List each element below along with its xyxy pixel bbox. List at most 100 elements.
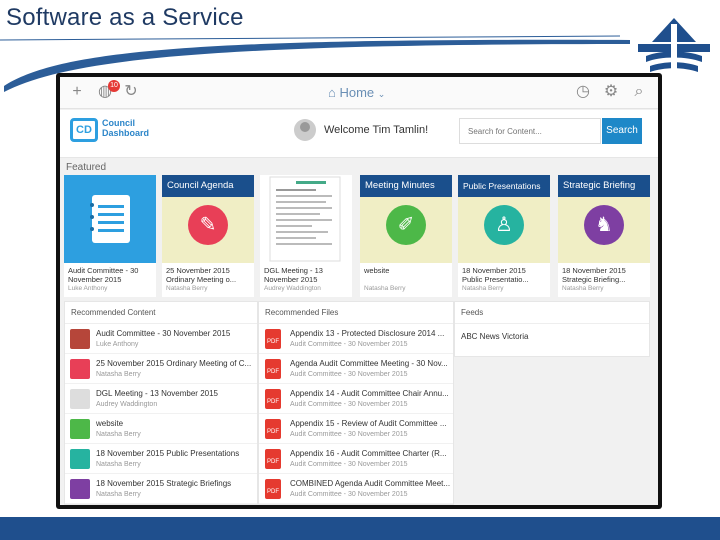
file-location: Audit Committee - 30 November 2015 [290,401,408,408]
home-dropdown[interactable]: ⌂ Home ⌄ [328,85,385,100]
recommended-content-panel: Recommended Content Audit Committee - 30… [64,301,258,505]
featured-tile-council-agenda[interactable]: Council Agenda ✎ 25 November 2015 Ordina… [162,175,254,297]
feed-item[interactable]: ABC News Victoria [455,324,649,350]
tile-author: Natasha Berry [166,285,208,292]
refresh-icon[interactable]: ↻ [122,83,140,101]
document-pen-icon: ✎ [188,205,228,245]
clock-icon[interactable]: ◷ [574,83,592,101]
list-item[interactable]: 18 November 2015 Public Presentations Na… [65,444,257,474]
panel-heading: Feeds [455,302,649,324]
featured-tile-public-presentations[interactable]: Public Presentations ♙ 18 November 2015 … [458,175,550,297]
tile-heading: Strategic Briefing [558,175,650,197]
presenter-icon [70,449,90,469]
item-title: DGL Meeting - 13 November 2015 [96,389,218,398]
file-item[interactable]: PDF Appendix 16 - Audit Committee Charte… [259,444,453,474]
item-title: website [96,419,124,428]
logo-line-2: Dashboard [102,128,150,138]
pdf-icon: PDF [265,479,281,499]
file-title: COMBINED Agenda Audit Committee Meet... [290,479,450,488]
tile-caption: 18 November 2015 Public Presentatio... [462,266,529,284]
footer-bar [0,517,720,540]
pencil-icon [70,419,90,439]
tile-heading: Council Agenda [162,175,254,197]
featured-tile[interactable]: Audit Committee - 30 November 2015 Luke … [64,175,156,297]
tile-caption: DGL Meeting - 13 November 2015 [264,266,323,284]
file-location: Audit Committee - 30 November 2015 [290,491,408,498]
item-author: Natasha Berry [96,371,141,378]
list-item[interactable]: DGL Meeting - 13 November 2015 Audrey Wa… [65,384,257,414]
panel-heading: Recommended Files [259,302,453,324]
pdf-icon: PDF [265,329,281,349]
tile-author: Audrey Waddington [264,285,321,292]
file-title: Appendix 15 - Review of Audit Committee … [290,419,447,428]
file-location: Audit Committee - 30 November 2015 [290,341,408,348]
tile-caption: Audit Committee - 30 November 2015 [68,266,139,284]
home-icon: ⌂ [328,85,336,100]
avatar[interactable] [294,119,316,141]
file-title: Appendix 16 - Audit Committee Charter (R… [290,449,447,458]
search-input[interactable] [459,118,601,144]
top-toolbar: + ◍ 10 ↻ ⌂ Home ⌄ ◷ ⚙ ⌕ [60,77,658,109]
tile-author: Luke Anthony [68,285,108,292]
tile-author: Natasha Berry [462,285,504,292]
file-item[interactable]: PDF Appendix 13 - Protected Disclosure 2… [259,324,453,354]
app-screen: + ◍ 10 ↻ ⌂ Home ⌄ ◷ ⚙ ⌕ CD Council Dashb… [60,77,658,505]
file-item[interactable]: PDF Agenda Audit Committee Meeting - 30 … [259,354,453,384]
file-item[interactable]: PDF COMBINED Agenda Audit Committee Meet… [259,474,453,504]
panel-heading: Recommended Content [65,302,257,324]
recommended-files-panel: Recommended Files PDF Appendix 13 - Prot… [258,301,454,505]
document-thumbnail [260,175,352,263]
featured-tile-strategic-briefing[interactable]: Strategic Briefing ♞ 18 November 2015 St… [558,175,650,297]
search-button[interactable]: Search [602,118,642,144]
document-thumbnail [70,389,90,409]
list-item[interactable]: 25 November 2015 Ordinary Meeting of C..… [65,354,257,384]
item-title: 25 November 2015 Ordinary Meeting of C..… [96,359,252,368]
tile-author: Natasha Berry [562,285,604,292]
council-dashboard-logo[interactable]: CD Council Dashboard [70,116,160,152]
item-thumbnail [70,329,90,349]
list-item[interactable]: Audit Committee - 30 November 2015 Luke … [65,324,257,354]
item-title: 18 November 2015 Public Presentations [96,449,240,458]
tile-caption: 18 November 2015 Strategic Briefing... [562,266,626,284]
organisation-logo [638,18,710,72]
featured-tile-meeting-minutes[interactable]: Meeting Minutes ✐ website Natasha Berry [360,175,452,297]
presenter-icon: ♙ [484,205,524,245]
chess-knight-icon: ♞ [584,205,624,245]
plus-icon[interactable]: + [68,83,86,101]
featured-label: Featured [66,162,107,173]
item-title: Audit Committee - 30 November 2015 [96,329,231,338]
pdf-icon: PDF [265,419,281,439]
tile-caption: website [364,266,390,275]
item-author: Natasha Berry [96,491,141,498]
file-title: Agenda Audit Committee Meeting - 30 Nov.… [290,359,448,368]
featured-tile[interactable]: DGL Meeting - 13 November 2015 Audrey Wa… [260,175,352,297]
file-item[interactable]: PDF Appendix 15 - Review of Audit Commit… [259,414,453,444]
item-author: Audrey Waddington [96,401,158,408]
notebook-icon [64,175,156,263]
pdf-icon: PDF [265,359,281,379]
pdf-icon: PDF [265,449,281,469]
logo-mark: CD [70,118,98,142]
pdf-icon: PDF [265,389,281,409]
file-item[interactable]: PDF Appendix 14 - Audit Committee Chair … [259,384,453,414]
item-author: Natasha Berry [96,431,141,438]
file-title: Appendix 14 - Audit Committee Chair Annu… [290,389,449,398]
pencil-icon: ✐ [386,205,426,245]
feeds-panel: Feeds ABC News Victoria [454,301,650,357]
chevron-down-icon: ⌄ [377,89,386,99]
document-pen-icon [70,359,90,379]
file-title: Appendix 13 - Protected Disclosure 2014 … [290,329,445,338]
gear-icon[interactable]: ⚙ [602,83,620,101]
logo-text: Council Dashboard [102,118,149,138]
dashboard-header: CD Council Dashboard Welcome Tim Tamlin!… [60,110,658,158]
tile-caption: 25 November 2015 Ordinary Meeting o... [166,266,237,284]
file-location: Audit Committee - 30 November 2015 [290,371,408,378]
home-label: Home [339,85,375,100]
logo-line-1: Council [102,118,135,128]
chess-knight-icon [70,479,90,499]
notification-badge: 10 [108,80,120,92]
item-author: Luke Anthony [96,341,139,348]
list-item[interactable]: website Natasha Berry [65,414,257,444]
list-item[interactable]: 18 November 2015 Strategic Briefings Nat… [65,474,257,504]
magnifier-icon[interactable]: ⌕ [630,83,648,101]
